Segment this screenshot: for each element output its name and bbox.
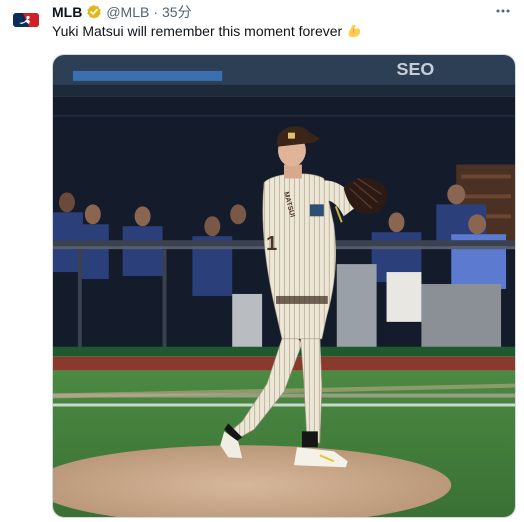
jersey-number: 1 [266,233,277,255]
mlb-logo-icon[interactable] [12,6,40,34]
timestamp[interactable]: 35分 [162,2,192,22]
tweet-header: MLB @MLB · 35分 [52,3,192,21]
tweet-text-content: Yuki Matsui will remember this moment fo… [52,23,343,39]
account-handle[interactable]: @MLB [106,4,149,20]
account-name[interactable]: MLB [52,4,82,20]
more-options-icon[interactable] [494,2,512,20]
video-thumbnail[interactable]: SEO 1 MATSUI [52,54,516,518]
flexed-biceps-emoji-icon [346,23,362,39]
tweet-text: Yuki Matsui will remember this moment fo… [52,23,362,39]
tweet-card: MLB @MLB · 35分 Yuki Matsui will remember… [0,0,524,522]
separator-dot: · [153,4,158,20]
stadium-sign: SEO [397,59,435,79]
baseball-pitcher-image: SEO 1 MATSUI [53,55,515,517]
gold-verified-badge-icon[interactable] [86,4,102,20]
